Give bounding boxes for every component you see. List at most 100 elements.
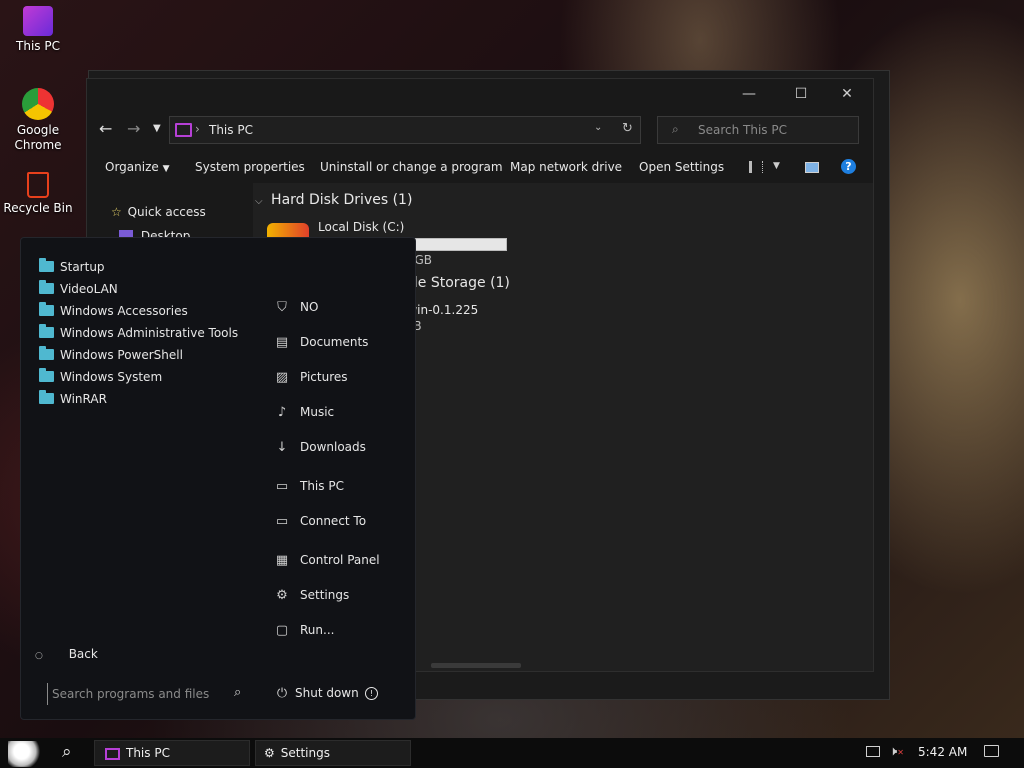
recent-locations-chevron-icon[interactable]: ▼: [153, 123, 161, 134]
maximize-button[interactable]: ☐: [789, 85, 813, 103]
start-item-user[interactable]: ⛉ NO: [273, 296, 318, 318]
program-label: Startup: [60, 260, 105, 274]
organize-menu[interactable]: Organize ▼: [105, 160, 170, 174]
map-network-drive-button[interactable]: Map network drive: [510, 160, 622, 174]
group-header-label: Hard Disk Drives (1): [271, 192, 413, 208]
back-label: Back: [68, 647, 98, 661]
start-item-downloads[interactable]: ↓ Downloads: [273, 436, 366, 458]
program-label: Windows PowerShell: [60, 348, 183, 362]
view-chevron-icon[interactable]: ▼: [773, 161, 780, 171]
start-item-documents[interactable]: ▤ Documents: [273, 331, 369, 353]
back-arrow-icon[interactable]: ←: [99, 119, 112, 138]
start-search-input[interactable]: Search programs and files ⌕: [47, 683, 248, 705]
start-item-label: This PC: [300, 479, 344, 493]
start-item-pictures[interactable]: ▨ Pictures: [273, 366, 348, 388]
nav-quick-access[interactable]: ☆ Quick access: [111, 205, 206, 219]
search-icon[interactable]: ⌕: [62, 742, 72, 762]
program-folder[interactable]: Windows Accessories: [39, 301, 188, 321]
program-folder[interactable]: Windows Administrative Tools: [39, 323, 238, 343]
start-item-label: Control Panel: [300, 553, 380, 567]
forward-arrow-icon[interactable]: →: [127, 119, 140, 138]
search-box[interactable]: ⌕ Search This PC: [657, 116, 859, 144]
taskbar-app-settings[interactable]: ⚙ Settings: [255, 740, 411, 766]
start-item-control-panel[interactable]: ▦ Control Panel: [273, 549, 380, 571]
gear-icon: ⚙: [276, 588, 288, 603]
refresh-icon[interactable]: ↻: [622, 121, 633, 136]
horizontal-scrollbar[interactable]: [431, 663, 521, 668]
program-folder[interactable]: Windows System: [39, 367, 162, 387]
chevron-down-icon: ▼: [162, 164, 170, 174]
program-folder[interactable]: WinRAR: [39, 389, 107, 409]
monitor-icon: [105, 747, 120, 760]
notification-center-icon[interactable]: [984, 745, 999, 757]
clock[interactable]: 5:42 AM: [918, 745, 967, 759]
shutdown-options-icon[interactable]: !: [365, 687, 378, 700]
folder-icon: [39, 280, 54, 294]
uninstall-program-button[interactable]: Uninstall or change a program: [320, 160, 503, 174]
preview-pane-icon[interactable]: [805, 162, 819, 173]
network-monitor-icon: ▭: [275, 514, 289, 529]
program-label: Windows Administrative Tools: [60, 326, 239, 340]
desktop-icon-label: This PC: [16, 39, 60, 53]
start-item-this-pc[interactable]: ▭ This PC: [273, 475, 344, 497]
folder-icon: [39, 368, 54, 382]
start-item-label: Music: [300, 405, 335, 419]
start-item-label: Pictures: [300, 370, 348, 384]
user-icon: ⛉: [277, 300, 287, 315]
start-item-run[interactable]: ▢ Run...: [273, 619, 335, 641]
network-tray-icon[interactable]: [866, 746, 880, 757]
monitor-icon: [175, 123, 192, 137]
desktop-icon-recycle-bin[interactable]: Recycle Bin: [0, 172, 76, 216]
start-item-music[interactable]: ♪ Music: [273, 401, 334, 423]
local-disk-name[interactable]: Local Disk (C:): [318, 220, 404, 234]
program-label: VideoLAN: [60, 282, 118, 296]
open-settings-button[interactable]: Open Settings: [639, 160, 724, 174]
back-dot-icon: ○: [35, 651, 43, 661]
start-item-label: Documents: [300, 335, 369, 349]
address-dropdown-icon[interactable]: ⌄: [594, 122, 602, 133]
volume-muted-icon[interactable]: 🕨✕: [889, 744, 904, 759]
minimize-button[interactable]: —: [737, 85, 761, 103]
start-item-label: Downloads: [300, 440, 366, 454]
desktop-icon-this-pc[interactable]: This PC: [0, 6, 76, 54]
start-item-label: Run...: [300, 623, 335, 637]
start-button-dragon-icon[interactable]: [8, 741, 42, 767]
picture-icon: ▨: [275, 370, 289, 385]
chevron-down-icon: ⌵: [255, 196, 263, 207]
title-bar: — ☐ ✕: [87, 79, 873, 109]
close-button[interactable]: ✕: [835, 85, 859, 103]
taskbar-app-label: Settings: [280, 746, 330, 760]
program-label: Windows System: [60, 370, 163, 384]
help-icon[interactable]: ?: [841, 159, 856, 174]
start-item-label: Settings: [300, 588, 350, 602]
group-header-hard-disk[interactable]: ⌵ Hard Disk Drives (1): [255, 192, 412, 208]
recycle-bin-icon: [27, 172, 49, 198]
address-bar[interactable]: › This PC ⌄ ↻: [169, 116, 641, 144]
run-icon: ▢: [275, 623, 289, 638]
desktop-icon-label: Google Chrome: [14, 123, 62, 152]
folder-icon: [39, 346, 54, 360]
star-icon: ☆: [111, 205, 122, 219]
program-folder[interactable]: VideoLAN: [39, 279, 118, 299]
start-item-connect-to[interactable]: ▭ Connect To: [273, 510, 366, 532]
system-properties-button[interactable]: System properties: [195, 160, 305, 174]
shutdown-button[interactable]: ⏻ Shut down: [273, 682, 359, 704]
desktop-icon-label: Recycle Bin: [3, 201, 73, 215]
command-bar: Organize ▼ System properties Uninstall o…: [87, 153, 873, 183]
group-header-removable[interactable]: ble Storage (1): [405, 275, 510, 291]
back-button[interactable]: ○ Back: [35, 647, 98, 661]
taskbar-app-this-pc[interactable]: This PC: [94, 740, 250, 766]
organize-label: Organize: [105, 160, 159, 174]
desktop-icon-google-chrome[interactable]: Google Chrome: [0, 88, 76, 153]
program-folder[interactable]: Startup: [39, 257, 105, 277]
taskbar: ⌕ This PC ⚙ Settings 🕨✕ 5:42 AM: [0, 738, 1024, 768]
control-panel-icon: ▦: [275, 553, 289, 568]
start-item-settings[interactable]: ⚙ Settings: [273, 584, 349, 606]
view-options-icon[interactable]: [749, 161, 763, 173]
program-folder[interactable]: Windows PowerShell: [39, 345, 183, 365]
music-note-icon: ♪: [277, 405, 287, 420]
power-icon: ⏻: [276, 686, 288, 701]
search-icon[interactable]: ⌕: [234, 685, 241, 700]
folder-icon: [39, 390, 54, 404]
program-label: Windows Accessories: [60, 304, 188, 318]
